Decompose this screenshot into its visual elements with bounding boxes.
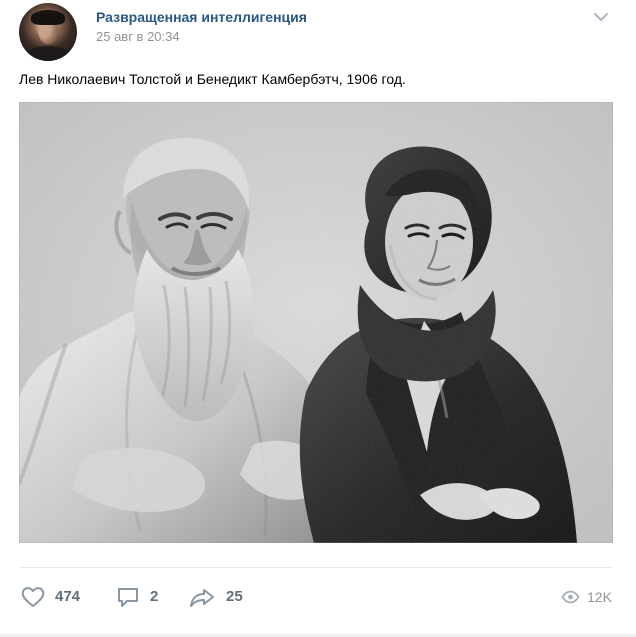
post-menu-button[interactable]	[588, 6, 614, 28]
comment-icon	[118, 588, 138, 607]
like-button[interactable]: 474	[20, 582, 80, 612]
post-divider	[19, 567, 613, 568]
chevron-down-icon	[594, 13, 608, 21]
post-actions: 474 2 25 12K	[0, 582, 636, 612]
comments-count: 2	[150, 588, 159, 605]
avatar-shirt	[23, 46, 73, 61]
eye-icon	[561, 590, 580, 604]
author-name-link[interactable]: Развращенная интеллигенция	[96, 9, 307, 25]
views-counter: 12K	[561, 582, 612, 612]
share-icon	[190, 589, 214, 607]
post-photo[interactable]	[19, 102, 613, 543]
avatar-hair	[31, 10, 65, 25]
post-header: Развращенная интеллигенция 25 авг в 20:3…	[0, 0, 636, 61]
avatar[interactable]	[19, 3, 77, 61]
comment-button[interactable]: 2	[115, 582, 158, 612]
post-date[interactable]: 25 авг в 20:34	[96, 29, 180, 45]
heart-icon	[21, 587, 45, 607]
share-button[interactable]: 25	[188, 582, 243, 612]
post-text: Лев Николаевич Толстой и Бенедикт Камбер…	[19, 71, 406, 87]
views-count: 12K	[587, 589, 612, 605]
likes-count: 474	[55, 588, 81, 605]
historical-photo-illustration	[19, 102, 613, 543]
shares-count: 25	[226, 588, 243, 605]
